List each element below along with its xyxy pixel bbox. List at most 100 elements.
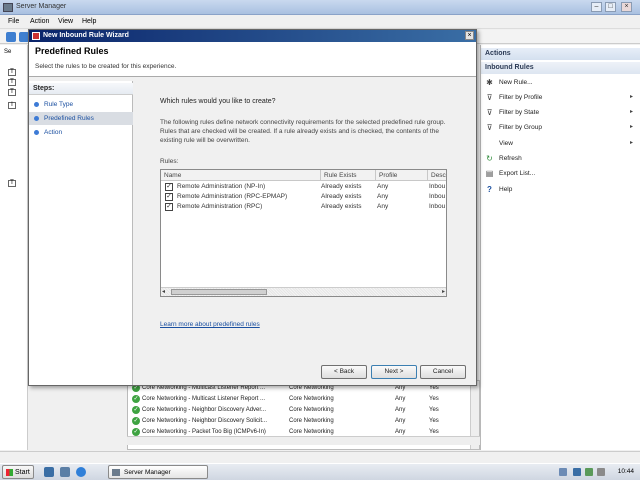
menu-help[interactable]: Help xyxy=(82,18,96,25)
refresh-icon: ↻ xyxy=(486,154,493,163)
scroll-left-icon[interactable]: ◂ xyxy=(162,288,165,295)
server-manager-icon xyxy=(3,3,13,12)
wizard-title-bar[interactable]: New Inbound Rule Wizard × xyxy=(29,30,476,42)
step-bullet-icon xyxy=(34,130,39,135)
back-button[interactable]: < Back xyxy=(321,365,367,379)
window-title: Server Manager xyxy=(16,3,67,10)
action-filter-by-group[interactable]: ⊽ Filter by Group ▸ xyxy=(485,122,637,134)
actions-pane: Actions Inbound Rules ✱ New Rule... ⊽ Fi… xyxy=(480,45,640,450)
help-icon: ? xyxy=(487,185,492,194)
close-button[interactable]: × xyxy=(621,2,632,12)
horizontal-scrollbar[interactable] xyxy=(127,436,480,445)
action-filter-by-profile[interactable]: ⊽ Filter by Profile ▸ xyxy=(485,92,637,104)
firewall-icon xyxy=(32,32,40,40)
action-new-rule[interactable]: ✱ New Rule... xyxy=(485,77,637,89)
filter-icon: ⊽ xyxy=(486,123,493,132)
menu-bar: File Action View Help xyxy=(0,16,640,29)
learn-more-link[interactable]: Learn more about predefined rules xyxy=(160,321,260,328)
wizard-header: Predefined Rules Select the rules to be … xyxy=(29,42,476,77)
next-button[interactable]: Next > xyxy=(371,365,417,379)
windows-logo-icon xyxy=(6,469,13,476)
taskbar-server-manager[interactable]: Server Manager xyxy=(108,465,208,479)
show-desktop-icon[interactable] xyxy=(44,467,54,477)
close-icon[interactable]: × xyxy=(465,31,474,40)
tray-icon[interactable] xyxy=(559,468,567,476)
question-text: Which rules would you like to create? xyxy=(160,98,276,105)
action-refresh[interactable]: ↻ Refresh xyxy=(485,153,637,165)
table-row[interactable]: ✓ Core Networking - Multicast Listener R… xyxy=(128,394,473,405)
submenu-arrow-icon: ▸ xyxy=(629,109,633,115)
enabled-check-icon: ✓ xyxy=(132,406,140,414)
step-bullet-icon xyxy=(34,102,39,107)
rules-listview[interactable]: Name Rule Exists Profile Descr ✓ Remote … xyxy=(160,169,447,297)
list-item[interactable]: ✓ Remote Administration (NP-In) Already … xyxy=(161,182,446,192)
system-tray: 10:44 xyxy=(555,466,638,479)
tree-item-1[interactable]: T xyxy=(8,69,16,76)
step-action[interactable]: Action xyxy=(29,126,133,139)
submenu-arrow-icon: ▸ xyxy=(629,124,633,130)
clock[interactable]: 10:44 xyxy=(618,468,634,475)
rules-label: Rules: xyxy=(160,158,179,165)
action-export-list[interactable]: ▤ Export List... xyxy=(485,168,637,180)
enabled-check-icon: ✓ xyxy=(132,417,140,425)
network-icon[interactable] xyxy=(585,468,593,476)
submenu-arrow-icon: ▸ xyxy=(629,140,633,146)
enabled-check-icon: ✓ xyxy=(132,395,140,403)
menu-action[interactable]: Action xyxy=(30,18,49,25)
new-inbound-rule-wizard: New Inbound Rule Wizard × Predefined Rul… xyxy=(28,29,477,386)
page-title: Predefined Rules xyxy=(35,46,109,56)
column-header-name[interactable]: Name xyxy=(161,170,321,181)
actions-header: Actions xyxy=(481,48,640,60)
tree-item-server[interactable]: Se xyxy=(4,49,24,57)
column-header-rule-exists[interactable]: Rule Exists xyxy=(321,170,376,181)
enabled-check-icon: ✓ xyxy=(132,428,140,436)
rule-checkbox[interactable]: ✓ xyxy=(165,183,173,191)
page-subtitle: Select the rules to be created for this … xyxy=(35,63,177,70)
tree-item-3[interactable]: T xyxy=(8,89,16,96)
rule-checkbox[interactable]: ✓ xyxy=(165,203,173,211)
description-text: The following rules define network conne… xyxy=(160,119,446,144)
submenu-arrow-icon: ▸ xyxy=(629,94,633,100)
scroll-thumb[interactable] xyxy=(171,289,267,295)
steps-header: Steps: xyxy=(29,83,133,95)
menu-file[interactable]: File xyxy=(8,18,19,25)
step-rule-type[interactable]: Rule Type xyxy=(29,98,133,111)
minimize-button[interactable]: – xyxy=(591,2,602,12)
back-icon[interactable] xyxy=(6,32,16,42)
taskbar: Start Server Manager 10:44 xyxy=(0,463,640,480)
list-item[interactable]: ✓ Remote Administration (RPC-EPMAP) Alre… xyxy=(161,192,446,202)
tree-item-2[interactable]: T xyxy=(8,79,16,86)
console-tree: Se T T T I T xyxy=(0,45,28,450)
tree-item-5[interactable]: T xyxy=(8,180,16,187)
action-help[interactable]: ? Help xyxy=(485,184,637,196)
wizard-content: Which rules would you like to create? Th… xyxy=(135,81,476,385)
table-row[interactable]: ✓ Core Networking - Neighbor Discovery A… xyxy=(128,405,473,416)
step-predefined-rules[interactable]: Predefined Rules xyxy=(29,112,133,125)
actions-subheader[interactable]: Inbound Rules xyxy=(481,62,640,74)
list-item[interactable]: ✓ Remote Administration (RPC) Already ex… xyxy=(161,202,446,212)
table-row[interactable]: ✓ Core Networking - Neighbor Discovery S… xyxy=(128,416,473,427)
action-view[interactable]: View ▸ xyxy=(485,138,637,150)
list-horizontal-scrollbar[interactable]: ◂ ▸ xyxy=(161,287,446,296)
menu-view[interactable]: View xyxy=(58,18,73,25)
tray-icon[interactable] xyxy=(573,468,581,476)
steps-panel: Steps: Rule Type Predefined Rules Action xyxy=(29,81,133,385)
maximize-button[interactable]: □ xyxy=(605,2,616,12)
server-manager-title-bar[interactable]: Server Manager – □ × xyxy=(0,0,640,15)
export-icon: ▤ xyxy=(485,169,494,178)
action-filter-by-state[interactable]: ⊽ Filter by State ▸ xyxy=(485,107,637,119)
step-bullet-icon xyxy=(34,116,39,121)
new-rule-icon: ✱ xyxy=(486,78,493,87)
scroll-right-icon[interactable]: ▸ xyxy=(442,288,445,295)
tree-item-4[interactable]: I xyxy=(8,102,16,109)
column-header-description[interactable]: Descr xyxy=(428,170,446,181)
volume-icon[interactable] xyxy=(597,468,605,476)
server-manager-launch-icon[interactable] xyxy=(60,467,70,477)
rule-checkbox[interactable]: ✓ xyxy=(165,193,173,201)
internet-explorer-icon[interactable] xyxy=(76,467,86,477)
status-bar xyxy=(0,451,640,463)
cancel-button[interactable]: Cancel xyxy=(420,365,466,379)
column-header-profile[interactable]: Profile xyxy=(376,170,428,181)
wizard-title: New Inbound Rule Wizard xyxy=(43,32,129,39)
start-button[interactable]: Start xyxy=(2,465,34,479)
